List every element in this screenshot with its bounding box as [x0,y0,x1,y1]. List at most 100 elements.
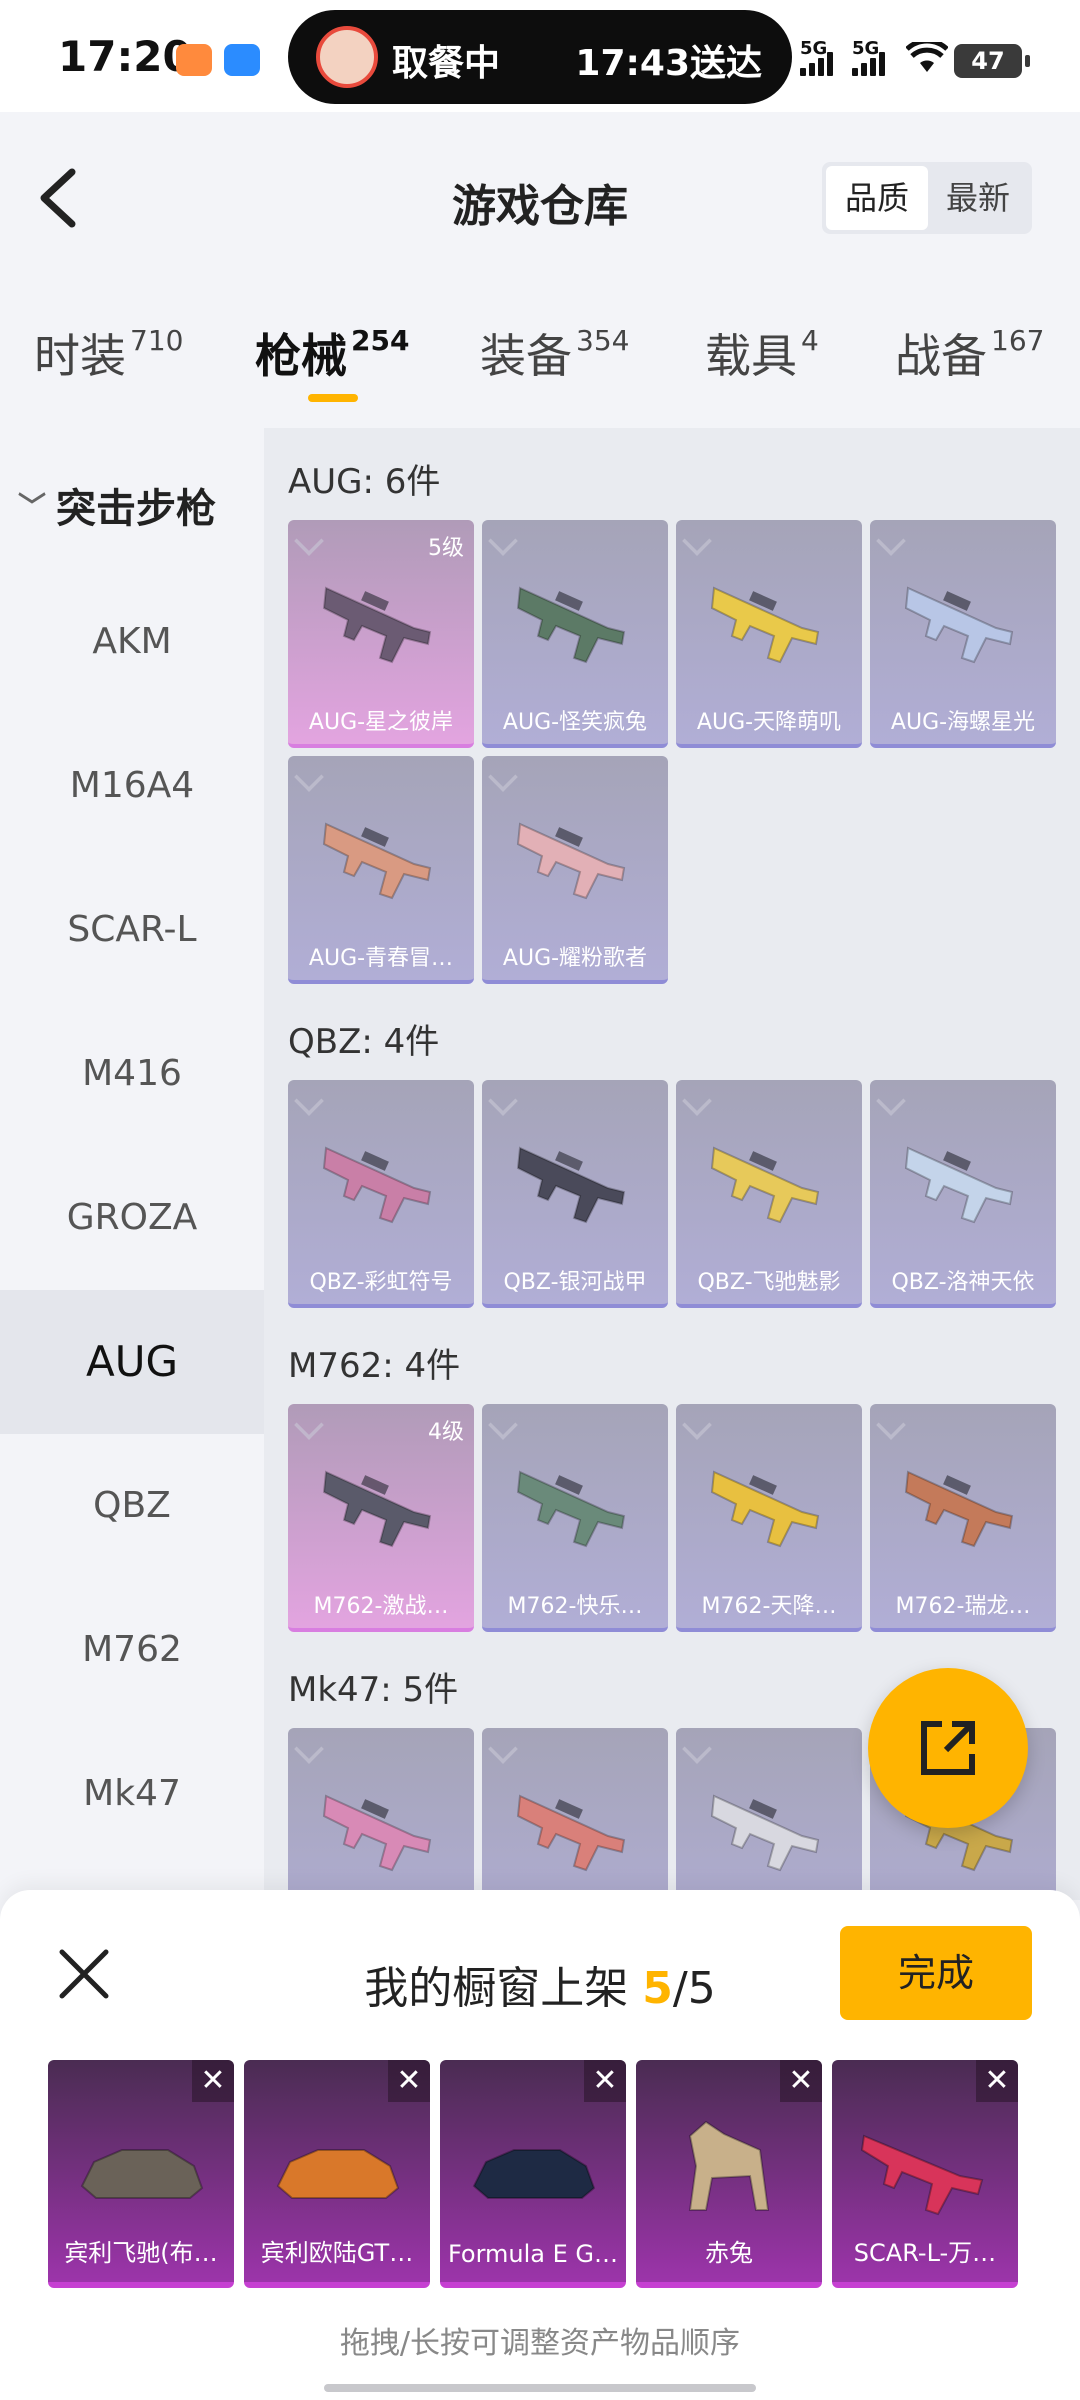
item-card[interactable] [676,1728,862,1900]
showcase-item-name: SCAR-L-万… [853,2239,997,2267]
sidebar-item-m416[interactable]: M416 [0,1002,264,1146]
item-card[interactable] [482,1728,668,1900]
header: 游戏仓库 品质 最新 时装 710 枪械 254 装备 354 载具 4 战备 167 [0,112,1080,412]
item-name: QBZ-飞驰魅影 [697,1270,841,1295]
remove-x-icon[interactable]: ✕ [388,2060,430,2102]
sidebar-group-assault-rifle[interactable]: ﹀ 突击步枪 [18,476,216,534]
sidebar-item-scar-l[interactable]: SCAR-L [0,858,264,1002]
showcase-item-image [688,2120,770,2211]
showcase-item-name: 宾利飞驰(布… [64,2239,218,2267]
tab-indicator [308,394,358,402]
remove-x-icon[interactable]: ✕ [976,2060,1018,2102]
weapon-skin-icon [322,1794,432,1872]
item-name: AUG-怪笑疯兔 [502,710,648,735]
check-icon [488,762,518,792]
check-icon [294,762,324,792]
showcase-item[interactable]: ✕ Formula E G… [440,2060,626,2288]
check-icon [488,1734,518,1764]
sidebar-item-m762[interactable]: M762 [0,1578,264,1722]
item-card[interactable]: QBZ-洛神天依 [870,1080,1056,1308]
showcase-item[interactable]: ✕ 宾利飞驰(布… [48,2060,234,2288]
showcase-count: 5 [642,1963,673,2014]
weapon-skin-icon [710,586,820,664]
sidebar-item-aug[interactable]: AUG [0,1290,264,1434]
section-title-qbz: QBZ: 4件 [288,1022,440,1062]
live-activity-pill[interactable]: 取餐中 17:43送达 [288,10,792,104]
remove-x-icon[interactable]: ✕ [192,2060,234,2102]
item-card[interactable]: AUG-耀粉歌者 [482,756,668,984]
section-title-mk47: Mk47: 5件 [288,1670,459,1710]
sidebar-item-qbz[interactable]: QBZ [0,1434,264,1578]
sidebar-item-m16a4[interactable]: M16A4 [0,714,264,858]
check-icon [488,526,518,556]
category-sidebar: ﹀ 突击步枪 AKM M16A4 SCAR-L M416 GROZA AUG QB… [0,428,264,1900]
check-icon [294,1734,324,1764]
share-export-button[interactable] [868,1668,1028,1828]
sidebar-item-groza[interactable]: GROZA [0,1146,264,1290]
item-card[interactable] [288,1728,474,1900]
status-time: 17:20 [58,32,192,81]
weapon-skin-icon [710,1470,820,1548]
weapon-skin-icon [904,1470,1014,1548]
item-card[interactable]: QBZ-银河战甲 [482,1080,668,1308]
check-icon [876,1410,906,1440]
item-card[interactable]: M762-天降… [676,1404,862,1632]
sidebar-item-akm[interactable]: AKM [0,570,264,714]
sort-latest-button[interactable]: 最新 [928,166,1028,230]
item-name: AUG-青春冒… [308,946,454,971]
weapon-skin-icon [710,1794,820,1872]
tab-combat-gear[interactable]: 战备 167 [895,320,1044,386]
weapon-skin-icon [710,1146,820,1224]
courier-avatar-icon [316,26,378,88]
tab-equipment[interactable]: 装备 354 [480,320,629,386]
showcase-sheet: 我的橱窗上架 5/5 完成 拖拽/长按可调整资产物品顺序 ✕ 宾利飞驰(布… ✕ 宾利… [0,1890,1080,2400]
section-title-aug: AUG: 6件 [288,462,441,502]
tab-fashion[interactable]: 时装 710 [34,320,183,386]
sidebar-item-mk47[interactable]: Mk47 [0,1722,264,1866]
check-icon [682,1734,712,1764]
showcase-item-name: 赤兔 [705,2239,753,2267]
showcase-item[interactable]: ✕ 赤兔 [636,2060,822,2288]
item-card[interactable]: 5级 AUG-星之彼岸 [288,520,474,748]
item-name: QBZ-银河战甲 [503,1270,647,1295]
check-icon [876,526,906,556]
item-card[interactable]: AUG-天降萌叽 [676,520,862,748]
item-card[interactable]: QBZ-彩虹符号 [288,1080,474,1308]
home-indicator[interactable] [324,2384,756,2392]
weapon-skin-icon [904,586,1014,664]
check-icon [294,1410,324,1440]
remove-x-icon[interactable]: ✕ [780,2060,822,2102]
done-button[interactable]: 完成 [840,1926,1032,2020]
item-card[interactable]: QBZ-飞驰魅影 [676,1080,862,1308]
showcase-item[interactable]: ✕ SCAR-L-万… [832,2060,1018,2288]
item-name: M762-激战… [313,1594,449,1619]
weapon-skin-icon [322,822,432,900]
item-card[interactable]: M762-快乐… [482,1404,668,1632]
check-icon [682,1410,712,1440]
showcase-item[interactable]: ✕ 宾利欧陆GT… [244,2060,430,2288]
item-name: M762-瑞龙… [895,1594,1031,1619]
weapon-skin-icon [904,1146,1014,1224]
item-name: AUG-海螺星光 [890,710,1036,735]
weapon-skin-icon [516,822,626,900]
check-icon [876,1086,906,1116]
item-name: AUG-天降萌叽 [696,710,842,735]
item-card[interactable]: AUG-海螺星光 [870,520,1056,748]
sort-quality-button[interactable]: 品质 [826,166,928,230]
check-icon [488,1410,518,1440]
check-icon [682,526,712,556]
item-card[interactable]: AUG-怪笑疯兔 [482,520,668,748]
showcase-item-name: Formula E G… [447,2240,619,2268]
weapon-skin-icon [516,586,626,664]
showcase-item-name: 宾利欧陆GT… [260,2239,414,2267]
tab-guns[interactable]: 枪械 254 [255,320,409,386]
item-card[interactable]: M762-瑞龙… [870,1404,1056,1632]
tab-vehicles[interactable]: 载具 4 [705,320,819,386]
item-card[interactable]: 4级 M762-激战… [288,1404,474,1632]
showcase-item-image [472,2149,596,2199]
chevron-down-icon: ﹀ [18,490,47,523]
item-name: QBZ-洛神天依 [891,1270,1035,1295]
status-bar: 17:20 取餐中 17:43送达 5G 5G 47 [0,0,1080,112]
remove-x-icon[interactable]: ✕ [584,2060,626,2102]
item-card[interactable]: AUG-青春冒… [288,756,474,984]
